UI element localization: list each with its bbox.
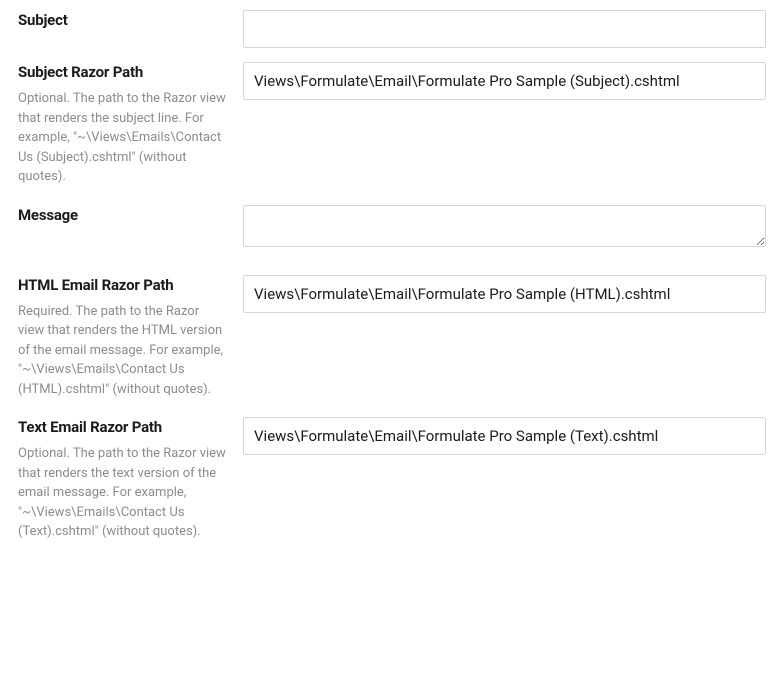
subject-razor-path-help: Optional. The path to the Razor view tha… (18, 89, 227, 187)
subject-razor-path-label: Subject Razor Path (18, 62, 227, 83)
message-input[interactable] (243, 205, 766, 247)
subject-label: Subject (18, 10, 227, 31)
message-label: Message (18, 205, 227, 226)
text-razor-path-input[interactable] (243, 417, 766, 455)
html-razor-path-input[interactable] (243, 275, 766, 313)
subject-razor-path-row: Subject Razor Path Optional. The path to… (18, 62, 766, 187)
subject-row: Subject (18, 10, 766, 48)
html-razor-path-label: HTML Email Razor Path (18, 275, 227, 296)
message-row: Message (18, 205, 766, 251)
subject-razor-path-input[interactable] (243, 62, 766, 100)
subject-input[interactable] (243, 10, 766, 48)
text-razor-path-help: Optional. The path to the Razor view tha… (18, 444, 227, 542)
text-razor-path-label: Text Email Razor Path (18, 417, 227, 438)
html-razor-path-help: Required. The path to the Razor view tha… (18, 302, 227, 400)
html-razor-path-row: HTML Email Razor Path Required. The path… (18, 275, 766, 400)
text-razor-path-row: Text Email Razor Path Optional. The path… (18, 417, 766, 542)
